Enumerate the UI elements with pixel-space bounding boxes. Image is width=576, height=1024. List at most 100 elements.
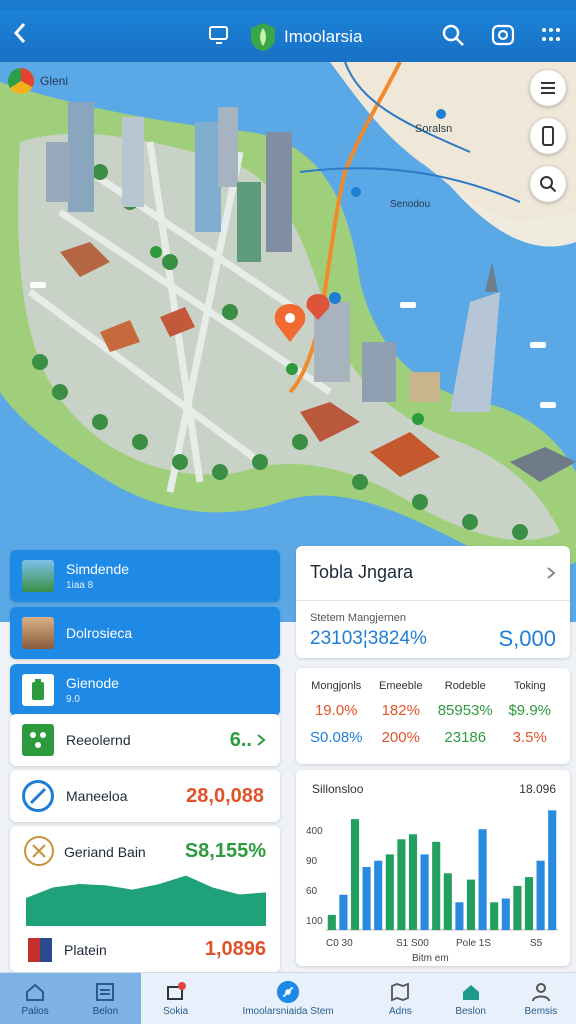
app-title-group: Imoolarsia [250,20,362,54]
alert-badge-icon [164,981,188,1003]
stats-grid: Mongjonls Emeeble Rodeble Toking 19.0% 182% 85… [296,668,570,764]
y-tick-label: 60 [306,886,318,897]
y-tick-label: 100 [306,916,323,927]
card-subtitle: 9.0 [66,694,80,705]
card-title: Maneeloa [66,788,128,804]
phone-button[interactable] [530,118,566,154]
compass-icon [276,980,300,1003]
back-button[interactable] [10,20,32,52]
card-title: Simdende [66,561,130,577]
list-item-simdende[interactable]: Simdende 1iaa 8 [10,550,280,602]
bar [490,902,499,930]
bar [397,839,406,930]
bar-chart: 400 90 60 100C0 30 S1 S00 Pole 1S S5 Bitm em [306,810,558,964]
card-title: Platein [64,942,107,958]
nav-label: Beslon [455,1005,486,1017]
card-value: S8,155% [184,840,266,862]
card-value: 1,0896 [204,938,266,960]
menu-lines-icon [541,82,555,94]
nav-label: Palios [21,1005,49,1017]
bar [513,885,522,930]
bar [339,894,348,930]
chevron-right-icon [547,567,556,579]
camera-icon [491,24,515,46]
area-chart-panel: Geriand Bain S8,155% Platein 1,0896 [10,826,280,972]
map-brand: Gleni [8,68,68,94]
bar [350,819,360,930]
nav-item[interactable]: Adns [365,973,435,1024]
card-value: 28,0,088 [186,784,264,807]
bar [548,810,557,930]
stat-header: Rodeble [444,680,486,692]
nav-item[interactable]: Imoolarsniaida Stem [211,973,366,1024]
app-title: Imoolarsia [284,27,363,46]
nav-item[interactable]: Bemsis [506,973,576,1024]
search-icon [442,24,464,46]
bar [327,914,336,930]
map-brand-label: Gleni [40,74,69,88]
x-axis-label: Bitm em [412,953,449,964]
flag-icon [28,938,52,962]
x-tick-label: C0 30 [326,938,353,949]
chevron-left-icon [13,23,26,43]
summary-right-value: S,000 [498,626,557,651]
nav-item[interactable]: Palios [0,973,71,1024]
nav-label: Adns [389,1005,412,1017]
x-tick-label: S1 S00 [396,938,429,949]
stat-header: Mongjonls [311,680,362,692]
grid-dots-icon [542,28,560,41]
nav-item[interactable]: Beslon [436,973,506,1024]
layers-button[interactable] [530,70,566,106]
camera-button[interactable] [490,22,516,48]
map-label-soralsn: Soralsn [415,123,452,135]
bar [443,873,452,930]
app-bar: Imoolarsia [0,10,576,62]
map-label-senodou: Senodou [390,199,430,210]
city-map[interactable]: Soralsn Senodou [0,62,576,622]
x-tick-label: Pole 1S [456,938,491,949]
list-icon [93,981,117,1003]
list-item-maneeloa[interactable]: Maneeloa 28,0,088 [10,770,280,822]
bar [420,854,429,930]
area-series [26,875,266,926]
home-outline-icon [23,981,47,1003]
more-button[interactable] [538,22,564,48]
stat-value: $9.9% [508,702,552,719]
bar [362,867,371,930]
stat-value: 19.0% [314,702,358,719]
nav-label: Sokia [163,1005,189,1017]
monitor-button[interactable] [206,22,232,48]
no-entry-icon [22,780,54,812]
card-title: Geriand Bain [64,844,146,860]
bar [408,834,418,930]
nav-label: Belon [92,1005,119,1017]
nav-item[interactable]: Sokia [141,973,211,1024]
chart-title: Sillonsloo [312,782,364,796]
compass-rose-icon [24,836,54,866]
list-item-reeolernd[interactable]: Reeolernd 6.. [10,714,280,766]
stat-header: Emeeble [379,680,423,692]
card-title: Reeolernd [66,732,131,748]
summary-title: Tobla Jngara [310,562,414,582]
bar [385,854,394,930]
stat-value: 200% [381,729,420,746]
card-title: Dolrosieca [66,625,133,641]
bar [536,860,545,930]
bar [466,879,476,930]
search-button[interactable] [440,22,466,48]
summary-card[interactable]: Tobla Jngara Stetem Mangjernen 23103¦382… [296,546,570,658]
map-search-button[interactable] [530,166,566,202]
status-bar [0,0,576,10]
chevron-right-icon [257,734,266,746]
nav-label: Imoolarsniaida Stem [242,1005,334,1017]
nav-item[interactable]: Belon [70,973,141,1024]
chart-right-label: 18.096 [519,782,556,796]
phone-icon [542,126,554,146]
list-item-dolrosieca[interactable]: Dolrosieca [10,607,280,659]
bar [432,841,441,930]
y-tick-label: 90 [306,856,318,867]
bar [374,860,383,930]
bottom-nav: Palios Belon Sokia Imoolarsniaida Stem Adns B… [0,972,576,1024]
network-icon [22,724,54,756]
list-item-gienode[interactable]: Gienode 9.0 [10,664,280,716]
